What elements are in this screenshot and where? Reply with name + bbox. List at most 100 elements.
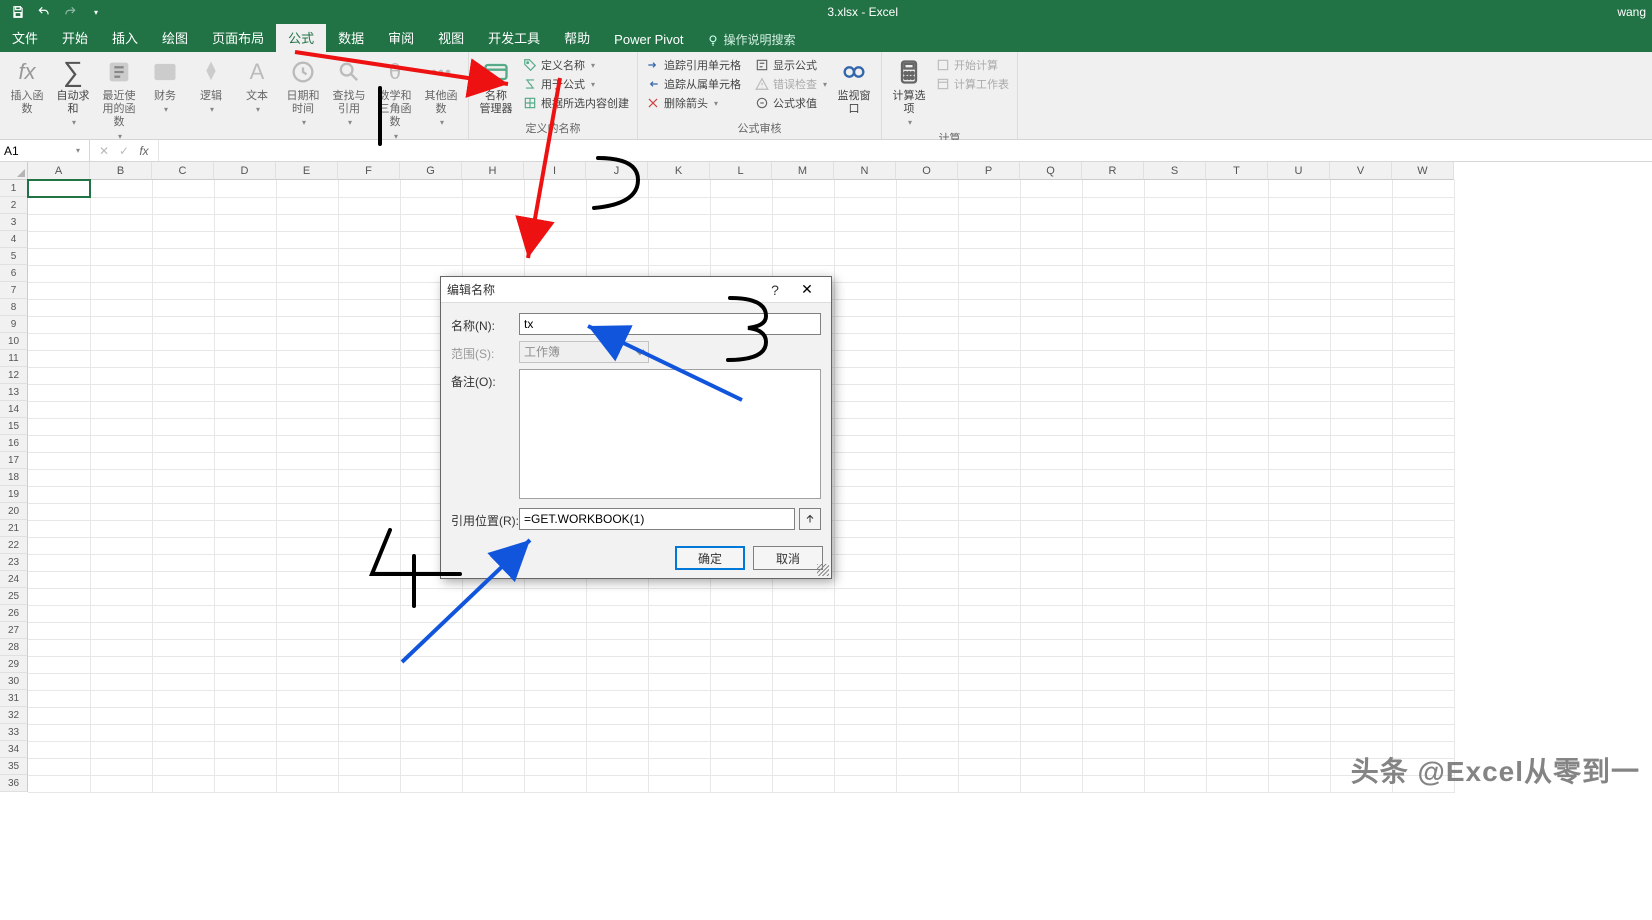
cell[interactable] (462, 197, 524, 214)
date-button[interactable]: 日期和时间▾ (280, 54, 326, 128)
cell[interactable] (586, 758, 648, 775)
cell[interactable] (152, 231, 214, 248)
row-header[interactable]: 30 (0, 673, 28, 690)
cell[interactable] (1206, 231, 1268, 248)
cell[interactable] (338, 469, 400, 486)
cell[interactable] (90, 282, 152, 299)
cell[interactable] (896, 214, 958, 231)
cell[interactable] (28, 775, 90, 792)
cell[interactable] (1144, 384, 1206, 401)
cell[interactable] (772, 248, 834, 265)
cell[interactable] (338, 197, 400, 214)
cell[interactable] (896, 673, 958, 690)
cell[interactable] (586, 197, 648, 214)
column-header[interactable]: I (524, 162, 586, 180)
tab-review[interactable]: 审阅 (376, 24, 426, 52)
cell[interactable] (648, 214, 710, 231)
cell[interactable] (1392, 520, 1454, 537)
cell[interactable] (1082, 571, 1144, 588)
ok-button[interactable]: 确定 (675, 546, 745, 570)
column-header[interactable]: A (28, 162, 90, 180)
cell[interactable] (152, 384, 214, 401)
cell[interactable] (28, 554, 90, 571)
cell[interactable] (834, 384, 896, 401)
cell[interactable] (90, 571, 152, 588)
cell[interactable] (214, 452, 276, 469)
cell[interactable] (1206, 401, 1268, 418)
cell[interactable] (1082, 231, 1144, 248)
cell[interactable] (1330, 231, 1392, 248)
resize-grip[interactable] (817, 564, 829, 576)
cell[interactable] (462, 775, 524, 792)
cell[interactable] (524, 758, 586, 775)
cell[interactable] (1392, 571, 1454, 588)
cell[interactable] (1206, 520, 1268, 537)
cell[interactable] (524, 639, 586, 656)
cell[interactable] (896, 690, 958, 707)
cell[interactable] (338, 214, 400, 231)
cell[interactable] (958, 724, 1020, 741)
cell[interactable] (90, 486, 152, 503)
cell[interactable] (276, 758, 338, 775)
cell[interactable] (1144, 367, 1206, 384)
cell[interactable] (648, 724, 710, 741)
cell[interactable] (1330, 180, 1392, 197)
cell[interactable] (462, 741, 524, 758)
cell[interactable] (338, 639, 400, 656)
cell[interactable] (834, 282, 896, 299)
create-from-selection-item[interactable]: 根据所选内容创建 (519, 94, 633, 112)
cell[interactable] (152, 452, 214, 469)
cell[interactable] (1268, 622, 1330, 639)
cell[interactable] (710, 622, 772, 639)
cell[interactable] (1144, 418, 1206, 435)
cell[interactable] (1082, 775, 1144, 792)
cell[interactable] (772, 775, 834, 792)
cell[interactable] (276, 656, 338, 673)
cells-area[interactable] (28, 180, 1652, 920)
row-header[interactable]: 10 (0, 333, 28, 350)
cancel-icon[interactable]: ✕ (96, 144, 112, 158)
cell[interactable] (524, 673, 586, 690)
cell[interactable] (772, 707, 834, 724)
row-header[interactable]: 29 (0, 656, 28, 673)
cell[interactable] (214, 180, 276, 197)
cell[interactable] (214, 656, 276, 673)
cell[interactable] (1206, 469, 1268, 486)
cell[interactable] (710, 775, 772, 792)
cell[interactable] (834, 588, 896, 605)
cell[interactable] (1144, 333, 1206, 350)
cell[interactable] (1144, 758, 1206, 775)
cell[interactable] (1330, 639, 1392, 656)
cell[interactable] (958, 469, 1020, 486)
cell[interactable] (214, 503, 276, 520)
cell[interactable] (90, 758, 152, 775)
column-header[interactable]: S (1144, 162, 1206, 180)
row-header[interactable]: 18 (0, 469, 28, 486)
cell[interactable] (1144, 724, 1206, 741)
cell[interactable] (958, 418, 1020, 435)
cell[interactable] (958, 350, 1020, 367)
cell[interactable] (1268, 520, 1330, 537)
cell[interactable] (958, 214, 1020, 231)
column-header[interactable]: J (586, 162, 648, 180)
cell[interactable] (90, 197, 152, 214)
cell[interactable] (1268, 367, 1330, 384)
cell[interactable] (400, 248, 462, 265)
cell[interactable] (152, 299, 214, 316)
cell[interactable] (338, 418, 400, 435)
cell[interactable] (90, 214, 152, 231)
cell[interactable] (958, 367, 1020, 384)
cell[interactable] (90, 248, 152, 265)
cell[interactable] (28, 214, 90, 231)
cell[interactable] (896, 384, 958, 401)
cell[interactable] (1206, 265, 1268, 282)
cell[interactable] (90, 690, 152, 707)
cell[interactable] (896, 282, 958, 299)
cell[interactable] (1392, 401, 1454, 418)
cell[interactable] (710, 690, 772, 707)
cell[interactable] (1020, 520, 1082, 537)
cell[interactable] (1268, 231, 1330, 248)
cell[interactable] (90, 724, 152, 741)
cell[interactable] (1392, 656, 1454, 673)
cell[interactable] (524, 248, 586, 265)
